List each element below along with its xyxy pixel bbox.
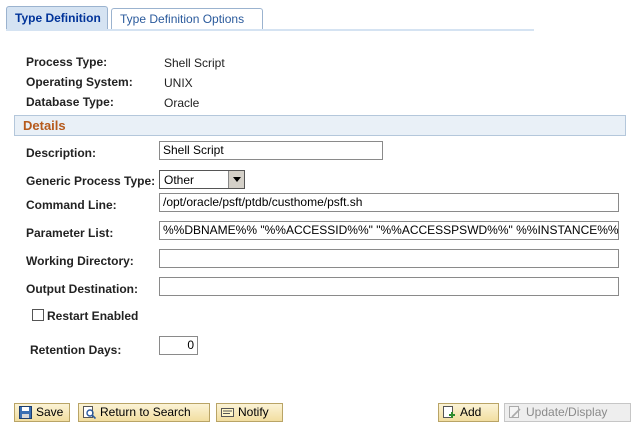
working-directory-label: Working Directory: xyxy=(26,254,134,268)
operating-system-label: Operating System: xyxy=(26,75,133,89)
output-destination-label: Output Destination: xyxy=(26,282,138,296)
update-display-button[interactable]: Update/Display xyxy=(504,403,631,422)
operating-system-value: UNIX xyxy=(164,76,193,90)
parameter-list-input[interactable]: %%DBNAME%% "%%ACCESSID%%" "%%ACCESSPSWD%… xyxy=(159,221,619,240)
details-section-header: Details xyxy=(14,115,626,136)
description-input[interactable]: Shell Script xyxy=(159,141,383,160)
output-destination-input[interactable] xyxy=(159,277,619,296)
tab-type-definition-options[interactable]: Type Definition Options xyxy=(111,8,263,30)
add-icon xyxy=(443,406,455,418)
save-icon xyxy=(19,406,32,419)
notify-label: Notify xyxy=(238,405,269,419)
add-label: Add xyxy=(460,405,482,419)
generic-process-type-select[interactable]: Other xyxy=(159,170,245,189)
restart-enabled-label: Restart Enabled xyxy=(47,309,139,323)
parameter-list-label: Parameter List: xyxy=(26,226,114,240)
update-display-label: Update/Display xyxy=(526,405,608,419)
details-section-title: Details xyxy=(23,118,66,133)
command-line-input[interactable]: /opt/oracle/psft/ptdb/custhome/psft.sh xyxy=(159,193,619,212)
database-type-value: Oracle xyxy=(164,96,200,110)
command-line-label: Command Line: xyxy=(26,198,117,212)
return-to-search-button[interactable]: Return to Search xyxy=(78,403,210,422)
search-icon xyxy=(83,406,96,419)
process-type-value: Shell Script xyxy=(164,56,225,70)
restart-enabled-checkbox[interactable] xyxy=(32,309,44,321)
tab-type-definition[interactable]: Type Definition xyxy=(6,6,108,30)
update-display-icon xyxy=(509,406,521,418)
retention-days-label: Retention Days: xyxy=(30,343,122,357)
save-label: Save xyxy=(36,405,64,419)
notify-icon xyxy=(221,408,234,417)
return-to-search-label: Return to Search xyxy=(100,405,191,419)
process-type-label: Process Type: xyxy=(26,55,108,69)
generic-process-type-label: Generic Process Type: xyxy=(26,174,156,188)
description-label: Description: xyxy=(26,146,97,160)
retention-days-input[interactable]: 0 xyxy=(159,336,198,355)
tab-underline xyxy=(6,29,534,31)
add-button[interactable]: Add xyxy=(438,403,499,422)
chevron-down-icon[interactable] xyxy=(228,171,244,188)
save-button[interactable]: Save xyxy=(14,403,70,422)
working-directory-input[interactable] xyxy=(159,249,619,268)
generic-process-type-value: Other xyxy=(164,173,195,187)
notify-button[interactable]: Notify xyxy=(216,403,283,422)
database-type-label: Database Type: xyxy=(26,95,114,109)
